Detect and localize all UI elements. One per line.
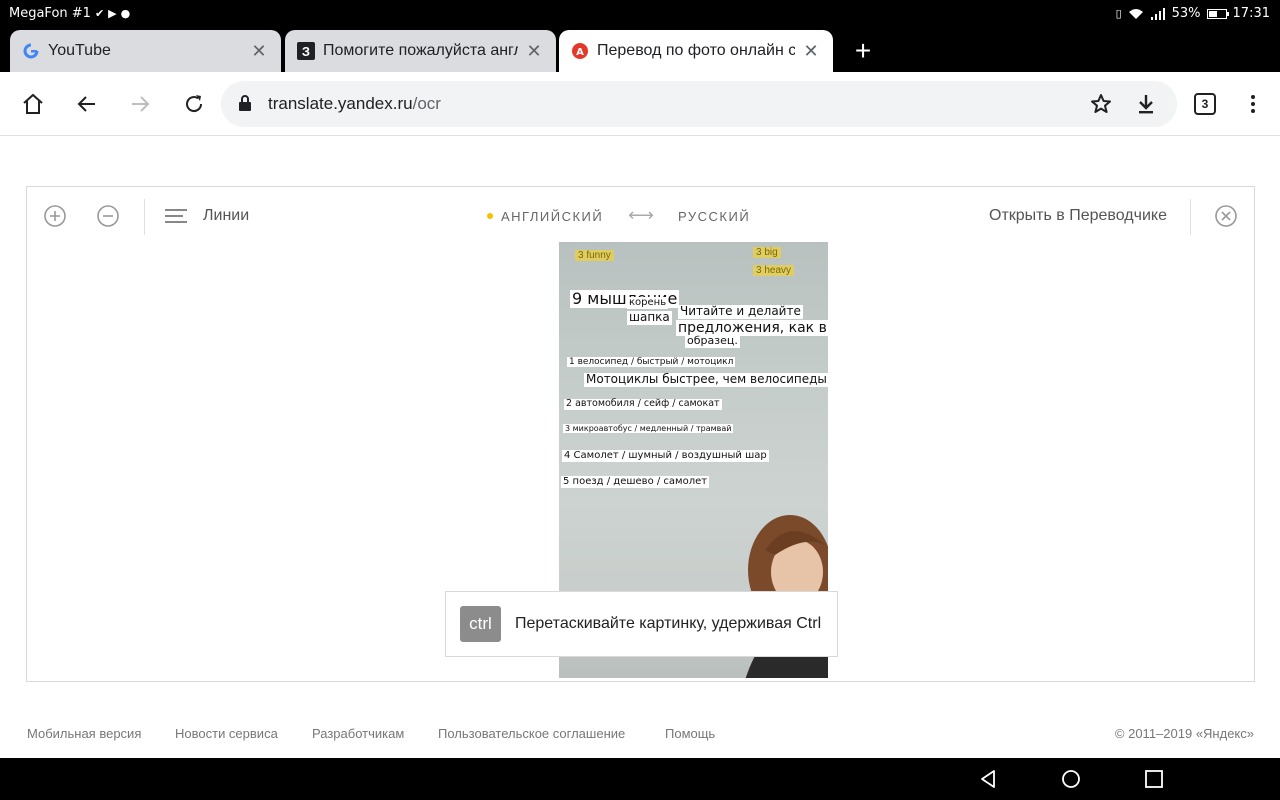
target-language[interactable]: РУССКИЙ (678, 209, 750, 224)
youtube-notification-icon: ▶ (108, 6, 117, 20)
photo-sticker: 3 heavy (753, 265, 795, 276)
vibrate-icon: ▯ (1115, 6, 1122, 20)
copyright: © 2011–2019 «Яндекс» (1114, 726, 1254, 741)
ocr-line[interactable]: Читайте и делайте (678, 304, 803, 319)
swap-languages-icon[interactable]: ⟷ (628, 205, 654, 225)
nav-back-icon[interactable] (977, 768, 999, 790)
drag-hint: ctrl Перетаскивайте картинку, удерживая … (445, 591, 838, 657)
close-tab-icon[interactable]: ✕ (524, 41, 544, 62)
home-button[interactable] (17, 88, 49, 120)
open-in-translator-link[interactable]: Открыть в Переводчике (989, 207, 1167, 225)
carrier-name: MegaFon #1 (9, 6, 91, 21)
ocr-line[interactable]: 1 велосипед / быстрый / мотоцикл (567, 357, 736, 368)
app-notification-icon: ● (120, 6, 131, 20)
zoom-in-icon[interactable] (43, 204, 67, 228)
ocr-panel: Линии АНГЛИЙСКИЙ ⟷ РУССКИЙ Открыть в Пер… (26, 186, 1255, 682)
tab-strip: YouTube ✕ З Помогите пожалуйста англ ✕ A… (0, 28, 1280, 72)
tab-switcher-button[interactable]: 3 (1194, 93, 1216, 115)
url-text: translate.yandex.ru/ocr (268, 94, 441, 114)
browser-toolbar: translate.yandex.ru/ocr 3 (0, 72, 1280, 136)
back-button[interactable] (71, 88, 103, 120)
ocr-line[interactable]: 3 микроавтобус / медленный / трамвай (563, 424, 734, 434)
footer-link-help[interactable]: Помощь (665, 726, 715, 741)
footer-link-agreement[interactable]: Пользовательское соглашение (438, 726, 625, 741)
reload-button[interactable] (178, 88, 210, 120)
arrow-forward-icon (132, 96, 150, 112)
divider (1190, 199, 1191, 235)
lines-mode-button[interactable]: Линии (203, 207, 249, 225)
close-tab-icon[interactable]: ✕ (249, 41, 269, 62)
status-bar: MegaFon #1 ✔ ▶ ● ▯ 53% 17:31 (0, 0, 1280, 28)
page-content: Линии АНГЛИЙСКИЙ ⟷ РУССКИЙ Открыть в Пер… (0, 137, 1280, 758)
ocr-line[interactable]: 4 Самолет / шумный / воздушный шар (562, 450, 769, 462)
system-nav-bar (0, 758, 1280, 800)
url-host: translate.yandex.ru (268, 94, 413, 113)
source-language[interactable]: АНГЛИЙСКИЙ (501, 209, 603, 224)
nav-recents-icon[interactable] (1143, 768, 1165, 790)
tab-title: Перевод по фото онлайн с а (597, 42, 795, 59)
close-icon[interactable] (1214, 204, 1238, 228)
check-icon: ✔ (94, 6, 105, 20)
ocr-line[interactable]: 2 автомобиля / сейф / самокат (564, 398, 722, 410)
source-lang-indicator (487, 213, 493, 219)
close-tab-icon[interactable]: ✕ (801, 41, 821, 62)
wifi-icon (1128, 8, 1143, 19)
tab-youtube[interactable]: YouTube ✕ (10, 30, 281, 72)
ocr-line[interactable]: 5 поезд / дешево / самолет (561, 476, 710, 488)
photo-sticker: 3 big (753, 247, 781, 258)
battery-icon (1206, 9, 1229, 19)
download-button[interactable] (1130, 88, 1162, 120)
address-bar[interactable]: translate.yandex.ru/ocr (221, 81, 1177, 127)
zoom-out-icon[interactable] (96, 204, 120, 228)
new-tab-button[interactable]: + (850, 36, 876, 66)
home-icon (23, 93, 43, 114)
tab-title: Помогите пожалуйста англ (323, 42, 518, 59)
footer-link-developers[interactable]: Разработчикам (312, 726, 404, 741)
battery-percent: 53% (1171, 6, 1201, 21)
google-g-icon (22, 42, 40, 60)
url-path: /ocr (412, 94, 441, 113)
divider (144, 199, 145, 235)
ctrl-key-badge: ctrl (460, 606, 501, 642)
svg-text:A: A (576, 47, 584, 58)
footer-link-news[interactable]: Новости сервиса (175, 726, 278, 741)
tab-znanija[interactable]: З Помогите пожалуйста англ ✕ (285, 30, 556, 72)
forward-button[interactable] (124, 88, 156, 120)
download-icon (1139, 95, 1153, 114)
tab-title: YouTube (48, 42, 111, 59)
clock: 17:31 (1232, 6, 1270, 21)
lines-icon[interactable] (165, 209, 187, 223)
bookmark-button[interactable] (1085, 88, 1117, 120)
nav-home-icon[interactable] (1060, 768, 1082, 790)
ocr-line[interactable]: Мотоциклы быстрее, чем велосипеды. (584, 372, 828, 387)
znanija-icon: З (297, 42, 315, 60)
reload-icon (186, 95, 203, 113)
arrow-back-icon (77, 96, 95, 112)
menu-button[interactable] (1237, 88, 1269, 120)
ocr-line[interactable]: шапка (627, 310, 672, 325)
ocr-toolbar: Линии АНГЛИЙСКИЙ ⟷ РУССКИЙ Открыть в Пер… (27, 187, 1254, 245)
drag-hint-text: Перетаскивайте картинку, удерживая Ctrl (515, 615, 822, 632)
lock-icon (239, 95, 251, 111)
footer-link-mobile[interactable]: Мобильная версия (27, 726, 141, 741)
ocr-line[interactable]: образец. (685, 334, 740, 348)
signal-icon (1150, 7, 1165, 20)
photo-sticker: 3 funny (575, 250, 614, 261)
yandex-translate-icon: A (571, 42, 589, 60)
star-icon (1091, 94, 1111, 113)
ocr-line[interactable]: корень (627, 297, 669, 309)
more-vert-icon (1251, 95, 1255, 113)
tab-yandex-translate[interactable]: A Перевод по фото онлайн с а ✕ (559, 30, 833, 72)
